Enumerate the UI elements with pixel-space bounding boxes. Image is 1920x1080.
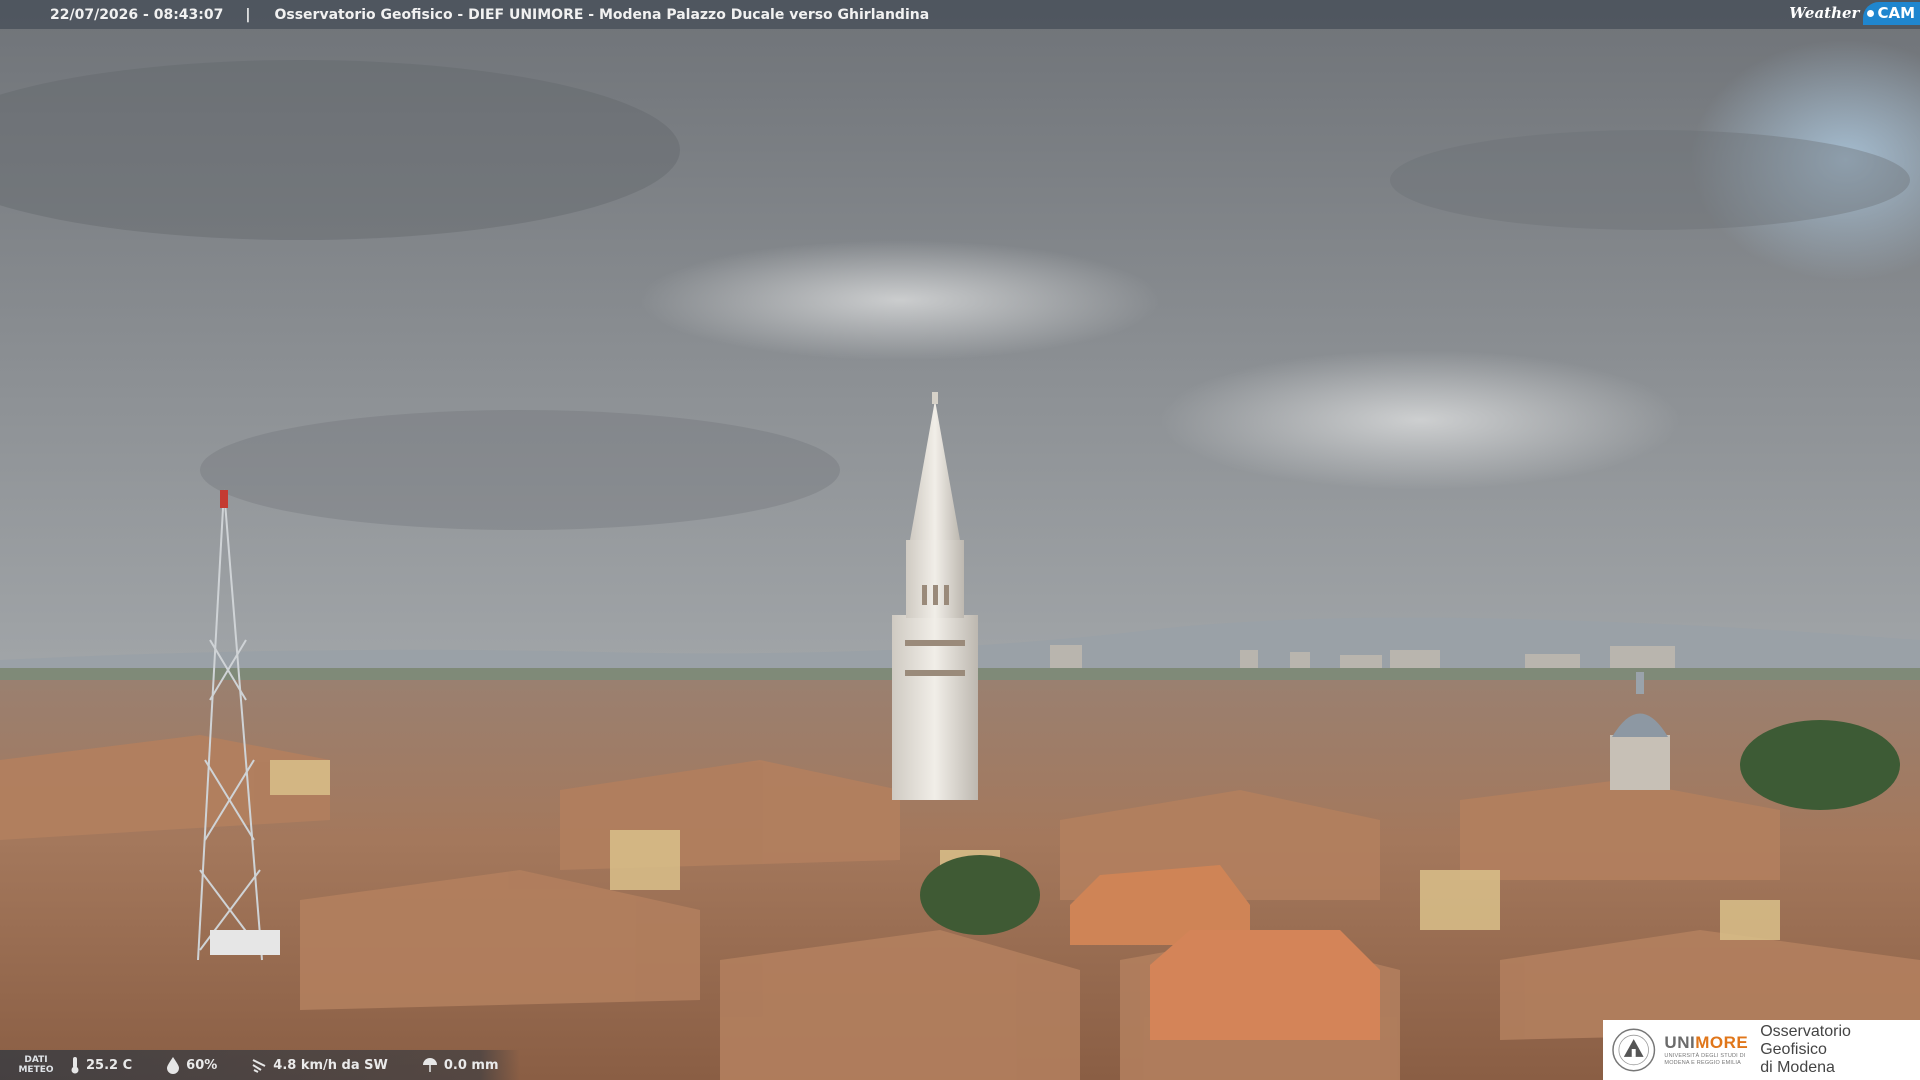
logo-cam-label: CAM	[1877, 3, 1915, 22]
wind-icon	[252, 1059, 266, 1073]
observatory-line-1: Osservatorio Geofisico	[1760, 1023, 1851, 1058]
rain-reading: 0.0 mm	[422, 1056, 499, 1074]
rain-value: 0.0 mm	[443, 1057, 499, 1073]
logo-dot-icon	[1867, 9, 1875, 17]
wind-value: 4.8 km/h da SW	[273, 1057, 388, 1073]
unimore-name: UNIMORE	[1664, 1033, 1749, 1052]
university-seal-icon	[1612, 1028, 1656, 1072]
umbrella-icon	[422, 1058, 437, 1072]
observatory-line-2: di Modena	[1760, 1059, 1835, 1076]
logo-weather-text: Weather	[1789, 4, 1860, 22]
weathercam-logo: Weather CAM	[1783, 0, 1920, 26]
dati-label: DATI	[24, 1055, 48, 1065]
unimore-wordmark: UNIMORE UNIVERSITÀ DEGLI STUDI DI MODENA…	[1664, 1033, 1748, 1067]
university-line-1: UNIVERSITÀ DEGLI STUDI DI	[1664, 1053, 1746, 1059]
top-info-bar: 22/07/2026 - 08:43:07 | Osservatorio Geo…	[0, 0, 1920, 29]
observatory-name: Osservatorio Geofisico di Modena	[1760, 1023, 1920, 1077]
timestamp: 22/07/2026 - 08:43:07	[50, 6, 224, 23]
location-title: Osservatorio Geofisico - DIEF UNIMORE - …	[274, 6, 930, 23]
thermometer-icon	[71, 1057, 79, 1074]
droplet-icon	[167, 1057, 180, 1074]
webcam-image	[0, 0, 1920, 1080]
logo-cam-text: CAM	[1863, 1, 1920, 25]
humidity-value: 60%	[186, 1057, 218, 1073]
humidity-reading: 60%	[166, 1056, 217, 1074]
unimore-logo-panel: UNIMORE UNIVERSITÀ DEGLI STUDI DI MODENA…	[1603, 1020, 1920, 1080]
dati-meteo-label: DATI METEO	[18, 1055, 54, 1075]
university-line-2: MODENA E REGGIO EMILIA	[1664, 1060, 1741, 1066]
wind-reading: 4.8 km/h da SW	[251, 1056, 388, 1074]
meteo-label: METEO	[18, 1065, 54, 1075]
temperature-value: 25.2 C	[86, 1057, 133, 1073]
temperature-reading: 25.2 C	[70, 1056, 132, 1074]
separator: |	[245, 6, 251, 23]
